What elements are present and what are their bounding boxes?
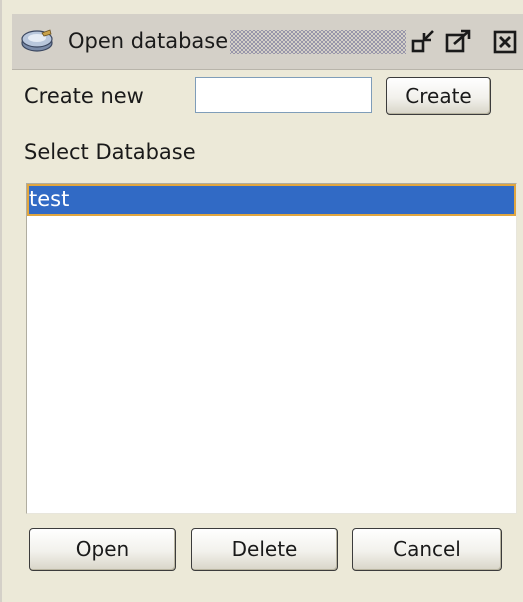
title-drag-grip[interactable] bbox=[230, 30, 406, 54]
title-bar[interactable]: Open database bbox=[12, 14, 523, 70]
window-title: Open database bbox=[68, 29, 229, 53]
new-database-name-input[interactable] bbox=[195, 77, 372, 113]
open-database-dialog: Open database Create new Create Select D… bbox=[0, 0, 523, 602]
select-database-label: Select Database bbox=[24, 140, 196, 164]
database-app-icon bbox=[20, 28, 54, 54]
database-list[interactable]: test bbox=[26, 183, 517, 514]
delete-button[interactable]: Delete bbox=[191, 528, 338, 571]
close-icon[interactable] bbox=[490, 28, 520, 56]
cancel-button[interactable]: Cancel bbox=[352, 528, 502, 571]
create-new-label: Create new bbox=[24, 84, 144, 108]
open-button[interactable]: Open bbox=[29, 528, 176, 571]
restore-down-icon[interactable] bbox=[410, 28, 440, 56]
maximize-icon[interactable] bbox=[444, 28, 474, 56]
create-button[interactable]: Create bbox=[386, 77, 491, 115]
list-item[interactable]: test bbox=[27, 184, 516, 216]
